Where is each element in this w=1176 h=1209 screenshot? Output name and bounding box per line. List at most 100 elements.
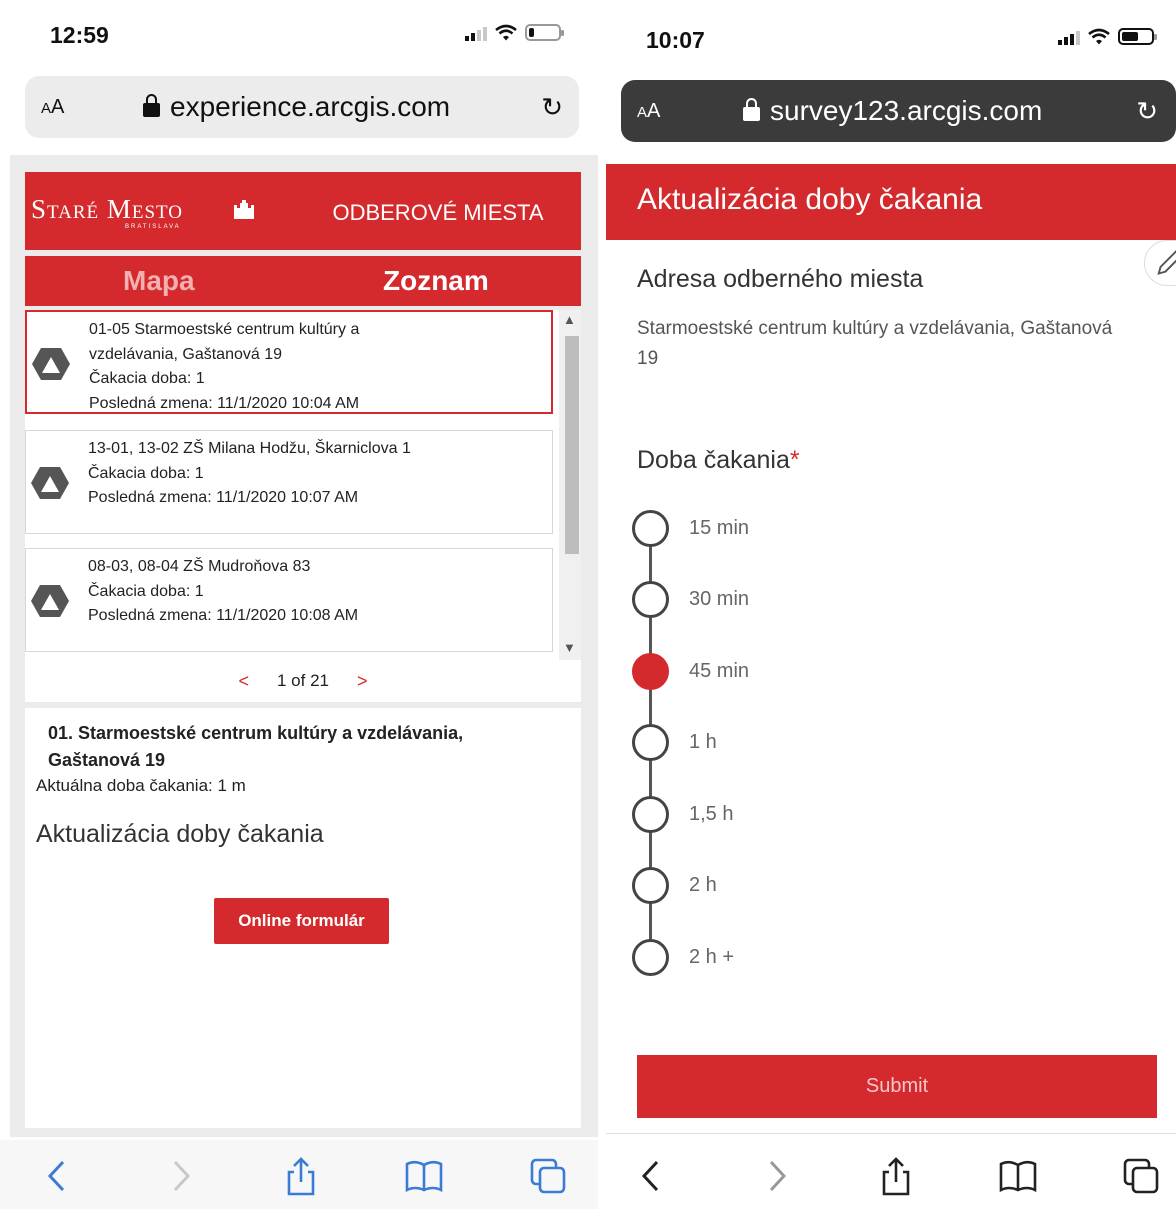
address-bar[interactable]: AA survey123.arcgis.com ↻ [621, 80, 1176, 142]
reader-aa-button[interactable]: AA [41, 96, 64, 119]
aa-large: A [647, 99, 661, 122]
scroll-thumb[interactable] [565, 336, 579, 554]
divider [606, 1133, 1176, 1134]
address-value: Starmoestské centrum kultúry a vzdelávan… [637, 318, 1113, 369]
phone-right: 10:07 AA survey123.arcgis.com ↻ Aktualiz… [606, 0, 1176, 1209]
forward-icon[interactable] [756, 1156, 796, 1196]
radio-unchecked[interactable] [632, 795, 669, 833]
scroll-up-icon[interactable]: ▲ [563, 312, 576, 327]
radio-unchecked[interactable] [632, 867, 669, 904]
wait-option[interactable]: 1,5 h [632, 794, 1032, 834]
item-line: Posledná zmena: 11/1/2020 10:07 AM [88, 489, 359, 506]
wait-option[interactable]: 15 min [632, 508, 1032, 548]
item-line: Čakacia doba: 1 [88, 464, 204, 482]
signal-icon [465, 25, 487, 41]
share-icon[interactable] [281, 1156, 321, 1196]
location-marker-icon [31, 585, 69, 617]
lock-icon [743, 98, 760, 121]
reload-icon[interactable]: ↻ [541, 92, 563, 123]
radio-unchecked[interactable] [632, 581, 669, 618]
back-icon[interactable] [632, 1156, 672, 1196]
tab-mapa[interactable]: Mapa [123, 265, 195, 297]
wait-option[interactable]: 1 h [632, 723, 1032, 763]
item-line: 01-05 Starmoestské centrum kultúry a [89, 321, 360, 338]
reader-aa-button[interactable]: AA [637, 100, 660, 123]
required-mark: * [789, 446, 800, 474]
domain-text: survey123.arcgis.com [770, 95, 1043, 126]
url-domain: survey123.arcgis.com [743, 95, 1042, 127]
wait-option[interactable]: 30 min [632, 580, 1032, 620]
browser-toolbar [606, 1140, 1176, 1209]
status-time: 12:59 [50, 22, 109, 48]
list-item[interactable]: 13-01, 13-02 ZŠ Milana Hodžu, Škarniclov… [25, 430, 553, 534]
status-icons [465, 24, 564, 41]
brand-name: Staré Mesto [31, 194, 184, 224]
bookmarks-icon[interactable] [998, 1156, 1038, 1196]
status-time: 10:07 [646, 27, 705, 53]
survey-header: Aktualizácia doby čakania [606, 164, 1176, 240]
list-pager: < 1 of 21 > [25, 660, 581, 702]
brand-sub: BRATISLAVA [125, 224, 181, 230]
url-domain: experience.arcgis.com [143, 91, 450, 123]
item-line: Čakacia doba: 1 [89, 370, 205, 387]
tabs-icon[interactable] [1121, 1156, 1161, 1196]
share-icon[interactable] [876, 1156, 916, 1196]
location-list: 01-05 Starmoestské centrum kultúry a vzd… [25, 310, 581, 660]
signal-icon [1058, 29, 1080, 45]
address-bar[interactable]: AA experience.arcgis.com ↻ [25, 76, 579, 138]
wifi-icon [495, 24, 517, 41]
radio-checked[interactable] [632, 652, 669, 690]
list-item[interactable]: 08-03, 08-04 ZŠ Mudroňova 83 Čakacia dob… [25, 548, 553, 652]
forward-icon[interactable] [160, 1156, 200, 1196]
wait-option-label: 1 h [689, 731, 717, 753]
status-bar: 12:59 [0, 0, 598, 72]
pager-prev-button[interactable]: < [238, 671, 249, 692]
pager-next-button[interactable]: > [357, 671, 368, 692]
phone-left: 12:59 AA experience.arcgis.com ↻ Staré M… [0, 0, 598, 1209]
location-marker-icon [31, 467, 69, 499]
item-line: Posledná zmena: 11/1/2020 10:04 AM [89, 394, 360, 412]
item-line: vzdelávania, Gaštanová 19 [89, 345, 283, 363]
back-icon[interactable] [38, 1156, 78, 1196]
app-header: Staré Mesto BRATISLAVA ODBEROVÉ MIESTA [25, 172, 581, 250]
status-icons [1058, 28, 1157, 45]
wait-label-text: Doba čakania [637, 446, 790, 474]
browser-toolbar [0, 1140, 598, 1209]
radio-unchecked[interactable] [632, 938, 669, 976]
tab-zoznam[interactable]: Zoznam [383, 265, 489, 297]
scroll-down-icon[interactable]: ▼ [563, 640, 576, 655]
wait-option-label: 45 min [689, 659, 750, 682]
battery-icon [525, 24, 564, 41]
wait-option-label: 2 h [689, 874, 717, 896]
detail-title: 01. Starmoestské centrum kultúry a vzdel… [48, 723, 464, 770]
online-form-button[interactable]: Online formulár [214, 898, 389, 944]
radio-unchecked[interactable] [632, 724, 669, 761]
battery-icon [1118, 28, 1157, 45]
address-label: Adresa odberného miesta [637, 265, 924, 293]
reload-icon[interactable]: ↻ [1136, 96, 1158, 127]
item-line: 08-03, 08-04 ZŠ Mudroňova 83 [88, 558, 311, 575]
item-line: Čakacia doba: 1 [88, 582, 204, 600]
castle-icon [234, 200, 254, 219]
wait-option[interactable]: 2 h [632, 866, 1032, 906]
edit-pencil-icon[interactable] [1144, 240, 1176, 286]
tabs-icon[interactable] [528, 1156, 568, 1196]
lock-icon [143, 94, 160, 117]
survey-title: Aktualizácia doby čakania [637, 183, 983, 216]
radio-unchecked[interactable] [632, 509, 669, 547]
submit-button[interactable]: Submit [637, 1055, 1157, 1118]
list-item[interactable]: 01-05 Starmoestské centrum kultúry a vzd… [25, 310, 553, 414]
brand-logo: Staré Mesto [31, 194, 183, 225]
wait-label: Doba čakania* [637, 446, 800, 475]
bookmarks-icon[interactable] [404, 1156, 444, 1196]
wait-option[interactable]: 2 h + [632, 937, 1032, 977]
wait-option-label: 30 min [689, 588, 750, 610]
section-title: ODBEROVÉ MIESTA [332, 200, 544, 225]
wait-option-label: 1,5 h [689, 802, 734, 825]
list-scrollbar[interactable]: ▲ ▼ [559, 310, 581, 660]
view-tabs: Mapa Zoznam [25, 256, 581, 306]
status-bar: 10:07 [606, 0, 1176, 72]
domain-text: experience.arcgis.com [170, 91, 451, 122]
wait-option[interactable]: 45 min [632, 651, 1032, 691]
detail-wait: Aktuálna doba čakania: 1 m [36, 776, 246, 795]
